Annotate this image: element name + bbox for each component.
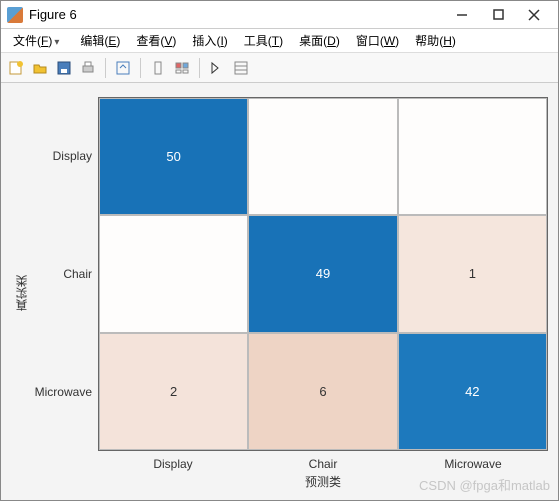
minimize-button[interactable]	[444, 1, 480, 29]
x-tick-label: Microwave	[398, 451, 548, 471]
menu-edit[interactable]: 编辑(E)	[72, 30, 128, 51]
y-axis-label: 真实类	[11, 97, 30, 490]
window-title: Figure 6	[29, 7, 444, 22]
property-inspector-icon	[233, 60, 249, 76]
save-button[interactable]	[53, 57, 75, 79]
edit-plot-button[interactable]	[206, 57, 228, 79]
menu-help[interactable]: 帮助(H)	[407, 30, 464, 51]
plot-inner: 真实类 Display Chair Microwave 50491 2642 Di…	[11, 97, 548, 490]
close-button[interactable]	[516, 1, 552, 29]
heatmap-cell: 42	[398, 333, 547, 450]
link-source-button[interactable]	[112, 57, 134, 79]
menu-tools[interactable]: 工具(T)	[236, 30, 291, 51]
save-icon	[56, 60, 72, 76]
print-icon	[80, 60, 96, 76]
property-inspector-button[interactable]	[230, 57, 252, 79]
legend-icon	[174, 60, 190, 76]
heatmap-cell	[99, 215, 248, 332]
data-cursor-icon	[150, 60, 166, 76]
menu-desktop[interactable]: 桌面(D)	[291, 30, 348, 51]
y-tick-label: Chair	[63, 267, 92, 281]
x-ticks: Display Chair Microwave	[98, 451, 548, 471]
toolbar	[1, 53, 558, 83]
heatmap-grid[interactable]: 50491 2642	[98, 97, 548, 451]
close-icon	[528, 9, 540, 21]
watermark: CSDN @fpga和matlab	[419, 475, 550, 494]
menu-file[interactable]: 文件(F)▾	[5, 30, 72, 51]
toolbar-separator	[140, 58, 141, 78]
titlebar: Figure 6	[1, 1, 558, 29]
edit-plot-icon	[209, 60, 225, 76]
heatmap-cell: 50	[99, 98, 248, 215]
heatmap-cell: 49	[248, 215, 397, 332]
plot-area: 真实类 Display Chair Microwave 50491 2642 Di…	[1, 83, 558, 500]
colorbar-button[interactable]	[171, 57, 193, 79]
figure-window: Figure 6 文件(F)▾ 编辑(E) 查看(V) 插入(I) 工具(T) …	[0, 0, 559, 501]
open-icon	[32, 60, 48, 76]
chevron-down-icon: ▾	[54, 37, 64, 48]
menu-insert[interactable]: 插入(I)	[184, 30, 235, 51]
open-button[interactable]	[29, 57, 51, 79]
heatmap-cell: 2	[99, 333, 248, 450]
toolbar-separator	[199, 58, 200, 78]
new-figure-icon	[8, 60, 24, 76]
minimize-icon	[456, 9, 468, 21]
y-ticks: Display Chair Microwave	[30, 97, 98, 451]
heatmap-cell: 1	[398, 215, 547, 332]
heatmap-cell	[248, 98, 397, 215]
window-controls	[444, 1, 552, 29]
print-button[interactable]	[77, 57, 99, 79]
y-tick-label: Microwave	[35, 385, 92, 399]
new-figure-button[interactable]	[5, 57, 27, 79]
menu-view[interactable]: 查看(V)	[128, 30, 184, 51]
link-source-icon	[115, 60, 131, 76]
menubar: 文件(F)▾ 编辑(E) 查看(V) 插入(I) 工具(T) 桌面(D) 窗口(…	[1, 29, 558, 53]
heatmap-cell: 6	[248, 333, 397, 450]
menu-window[interactable]: 窗口(W)	[348, 30, 407, 51]
x-tick-label: Display	[98, 451, 248, 471]
chart-wrap: Display Chair Microwave 50491 2642 Displa…	[30, 97, 548, 490]
maximize-icon	[493, 9, 504, 20]
app-icon	[7, 7, 23, 23]
heatmap-cell	[398, 98, 547, 215]
maximize-button[interactable]	[480, 1, 516, 29]
toolbar-separator	[105, 58, 106, 78]
grid-wrap: Display Chair Microwave 50491 2642	[30, 97, 548, 451]
x-tick-label: Chair	[248, 451, 398, 471]
data-cursor-button[interactable]	[147, 57, 169, 79]
y-tick-label: Display	[53, 149, 92, 163]
